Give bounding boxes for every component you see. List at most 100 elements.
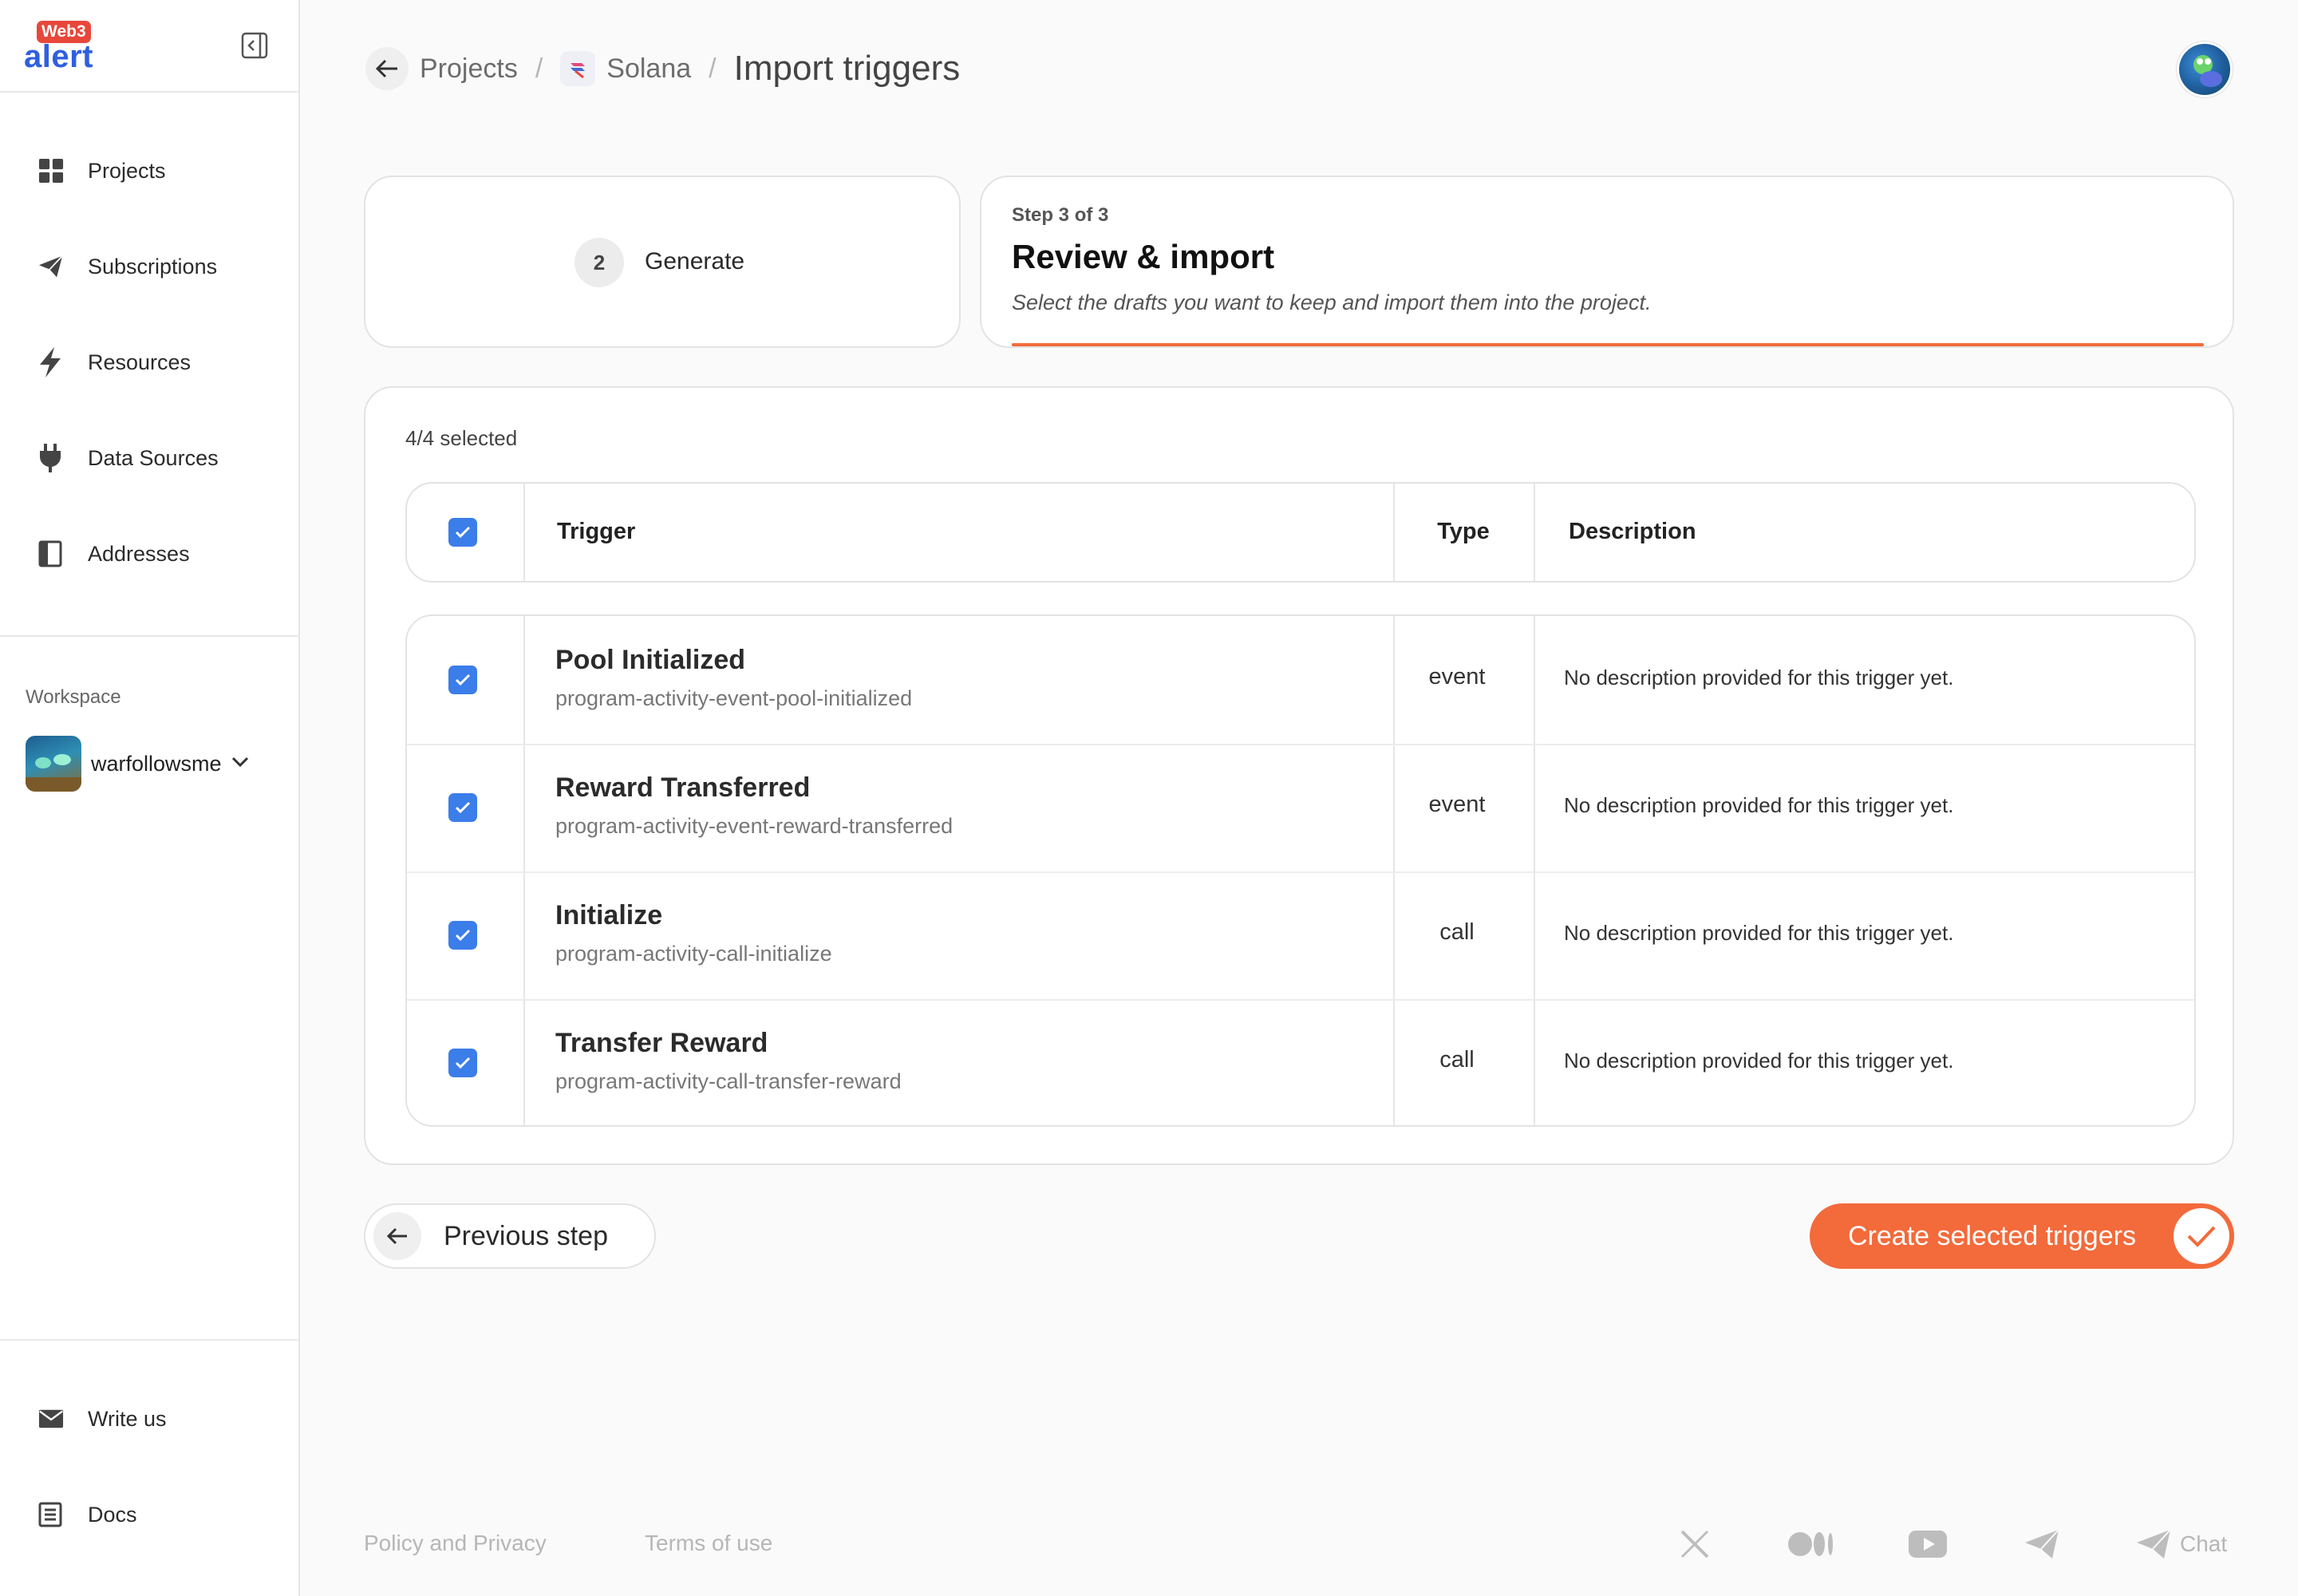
sidebar-divider bbox=[0, 1339, 298, 1341]
sidebar-item-write-us[interactable]: Write us bbox=[24, 1395, 279, 1443]
check-icon bbox=[455, 801, 471, 814]
step-number: 2 bbox=[574, 238, 624, 287]
send-icon bbox=[24, 251, 64, 282]
column-header-trigger: Trigger bbox=[557, 519, 636, 544]
check-icon bbox=[455, 674, 471, 686]
sidebar-item-addresses[interactable]: Addresses bbox=[24, 530, 279, 578]
plug-icon bbox=[24, 442, 64, 474]
trigger-type: event bbox=[1428, 664, 1486, 689]
table-header: Trigger Type Description bbox=[405, 482, 2196, 583]
workspace-avatar bbox=[26, 736, 81, 792]
solana-icon bbox=[560, 51, 596, 86]
trigger-name: Initialize bbox=[555, 900, 663, 930]
step-label: Generate bbox=[645, 248, 745, 275]
column-header-type: Type bbox=[1437, 519, 1490, 544]
sidebar-item-label: Data Sources bbox=[88, 445, 219, 470]
x-icon[interactable] bbox=[1679, 1524, 1711, 1564]
trigger-type: call bbox=[1439, 1047, 1475, 1073]
workspace-title: Workspace bbox=[26, 686, 121, 708]
check-icon bbox=[455, 526, 471, 539]
step-generate[interactable]: 2 Generate bbox=[364, 176, 961, 348]
create-selected-triggers-button[interactable]: Create selected triggers bbox=[1810, 1203, 2234, 1269]
row-checkbox[interactable] bbox=[448, 1049, 477, 1077]
trigger-description: No description provided for this trigger… bbox=[1564, 666, 1954, 689]
user-avatar[interactable] bbox=[2177, 41, 2233, 97]
check-icon bbox=[455, 929, 471, 942]
column-divider bbox=[1534, 484, 1535, 581]
doc-icon bbox=[24, 1499, 64, 1531]
mail-icon bbox=[24, 1403, 64, 1435]
column-divider bbox=[523, 484, 525, 581]
policy-link[interactable]: Policy and Privacy bbox=[364, 1531, 547, 1556]
table-row[interactable]: Reward Transferred program-activity-even… bbox=[407, 744, 2194, 871]
previous-step-label: Previous step bbox=[444, 1220, 608, 1251]
select-all-checkbox[interactable] bbox=[448, 518, 477, 547]
breadcrumb-project-solana[interactable]: Solana bbox=[606, 53, 691, 85]
chevron-down-icon bbox=[231, 757, 249, 772]
youtube-icon[interactable] bbox=[1909, 1524, 1947, 1564]
trigger-description: No description provided for this trigger… bbox=[1564, 921, 1954, 945]
step-title: Review & import bbox=[1012, 238, 1275, 275]
telegram-icon bbox=[2137, 1529, 2171, 1558]
trigger-name: Pool Initialized bbox=[555, 645, 746, 675]
breadcrumb-separator: / bbox=[535, 53, 543, 84]
table-row[interactable]: Pool Initialized program-activity-event-… bbox=[407, 616, 2194, 744]
trigger-slug: program-activity-event-pool-initialized bbox=[555, 686, 913, 710]
trigger-name: Reward Transferred bbox=[555, 772, 811, 803]
row-checkbox[interactable] bbox=[448, 666, 477, 694]
step-review-import: Step 3 of 3 Review & import Select the d… bbox=[980, 176, 2234, 348]
sidebar-divider bbox=[0, 635, 298, 637]
step-active-indicator bbox=[1012, 343, 2204, 346]
selected-count: 4/4 selected bbox=[405, 426, 518, 450]
trigger-type: event bbox=[1428, 792, 1486, 817]
collapse-sidebar-icon[interactable] bbox=[241, 32, 268, 59]
check-icon bbox=[455, 1057, 471, 1069]
breadcrumb: Projects / Solana / Import triggers bbox=[365, 45, 960, 93]
grid-icon bbox=[24, 155, 64, 187]
column-header-description: Description bbox=[1569, 519, 1696, 544]
sidebar-item-label: Write us bbox=[88, 1406, 167, 1431]
trigger-slug: program-activity-call-initialize bbox=[555, 942, 832, 966]
step-counter: Step 3 of 3 bbox=[1012, 204, 1109, 226]
page-title: Import triggers bbox=[733, 49, 961, 88]
sidebar-item-docs[interactable]: Docs bbox=[24, 1491, 279, 1539]
sidebar-item-label: Subscriptions bbox=[88, 254, 218, 279]
chat-link[interactable]: Chat bbox=[2135, 1524, 2227, 1564]
arrow-left-icon bbox=[373, 1212, 421, 1260]
trigger-name: Transfer Reward bbox=[555, 1028, 768, 1058]
triggers-review-card: 4/4 selected Trigger Type Description Po… bbox=[364, 386, 2234, 1165]
sidebar-item-label: Resources bbox=[88, 350, 192, 374]
terms-link[interactable]: Terms of use bbox=[645, 1531, 772, 1556]
create-button-label: Create selected triggers bbox=[1848, 1220, 2136, 1251]
sidebar-item-label: Docs bbox=[88, 1502, 137, 1527]
breadcrumb-projects[interactable]: Projects bbox=[420, 53, 518, 85]
step-subtitle: Select the drafts you want to keep and i… bbox=[1012, 290, 1652, 314]
trigger-type: call bbox=[1439, 919, 1475, 945]
book-icon bbox=[24, 538, 64, 570]
trigger-slug: program-activity-call-transfer-reward bbox=[555, 1069, 902, 1093]
sidebar-item-projects[interactable]: Projects bbox=[24, 147, 279, 195]
sidebar-item-data-sources[interactable]: Data Sources bbox=[24, 434, 279, 482]
check-icon bbox=[2174, 1208, 2229, 1264]
table-row[interactable]: Transfer Reward program-activity-call-tr… bbox=[407, 999, 2194, 1125]
chat-label: Chat bbox=[2180, 1531, 2228, 1556]
previous-step-button[interactable]: Previous step bbox=[364, 1203, 656, 1269]
row-checkbox[interactable] bbox=[448, 793, 477, 822]
back-button[interactable] bbox=[365, 47, 409, 90]
logo-wordmark: alert bbox=[24, 39, 93, 74]
medium-icon[interactable] bbox=[1787, 1524, 1835, 1564]
web3alert-logo[interactable]: Web3 alert bbox=[24, 21, 112, 74]
breadcrumb-separator: / bbox=[709, 53, 717, 84]
row-checkbox[interactable] bbox=[448, 921, 477, 950]
trigger-slug: program-activity-event-reward-transferre… bbox=[555, 814, 954, 838]
workspace-name: warfollowsme bbox=[91, 751, 222, 776]
sidebar-item-resources[interactable]: Resources bbox=[24, 338, 279, 386]
table-row[interactable]: Initialize program-activity-call-initial… bbox=[407, 871, 2194, 999]
sidebar-item-subscriptions[interactable]: Subscriptions bbox=[24, 243, 279, 290]
trigger-description: No description provided for this trigger… bbox=[1564, 1049, 1954, 1073]
workspace-switcher[interactable]: warfollowsme bbox=[26, 734, 281, 793]
trigger-description: No description provided for this trigger… bbox=[1564, 793, 1954, 817]
sidebar-item-label: Addresses bbox=[88, 541, 190, 566]
telegram-icon[interactable] bbox=[2024, 1524, 2060, 1564]
sidebar-item-label: Projects bbox=[88, 158, 166, 183]
